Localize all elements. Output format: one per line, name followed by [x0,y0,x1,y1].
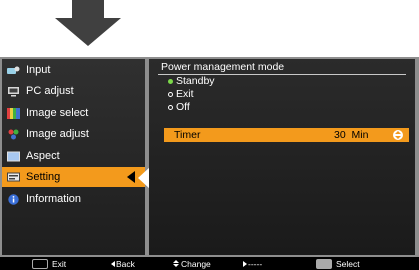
sidebar-item-label: Information [26,193,82,205]
guide-change-label: Change [181,258,211,269]
sidebar-item-pc-adjust[interactable]: PC adjust [2,81,145,101]
sidebar-item-label: PC adjust [26,85,74,97]
down-arrow-icon [55,0,121,46]
option-exit[interactable]: Exit [168,88,194,100]
guide-select-label: Select [336,258,360,269]
information-icon [8,193,19,205]
selected-indicator-icon [127,171,135,183]
panel-title: Power management mode [161,61,285,73]
setting-icon [7,172,20,181]
timer-value: 30 Min [334,129,369,141]
sidebar: Input PC adjust Image select Image adjus… [2,59,145,255]
guide-back: Back [111,257,135,270]
sidebar-item-image-select[interactable]: Image select [2,103,145,123]
option-label: Standby [176,75,215,87]
sidebar-item-setting[interactable]: Setting [2,167,145,187]
timer-label: Timer [174,129,201,141]
option-label: Exit [176,88,194,100]
sidebar-item-image-adjust[interactable]: Image adjust [2,124,145,144]
sidebar-item-label: Input [26,64,51,76]
projector-menu-screen: Input PC adjust Image select Image adjus… [0,0,419,270]
sidebar-item-aspect[interactable]: Aspect [2,146,145,166]
pc-adjust-icon [8,86,19,96]
up-down-arrow-icon [173,260,179,267]
guide-exit: Exit [32,257,66,270]
right-arrow-icon [243,260,247,267]
option-off[interactable]: Off [168,101,190,113]
sidebar-item-label: Image select [26,107,89,119]
up-down-adjust-icon[interactable] [393,130,403,140]
sidebar-item-label: Setting [26,171,61,183]
menu-key-icon [32,258,48,269]
power-management-panel: Power management mode Standby Exit Off T… [149,59,415,255]
input-icon [7,66,20,74]
guide-back-label: Back [116,258,135,269]
ok-key-icon [316,258,332,269]
guide-next: ----- [243,257,262,270]
key-guide-bar: Exit Back Change ----- Select [0,257,419,270]
image-select-icon [7,107,20,119]
sidebar-item-input[interactable]: Input [2,60,145,80]
radio-unselected-icon [168,104,173,110]
timer-row[interactable]: Timer 30 Min [164,128,409,142]
image-adjust-icon [8,129,19,139]
left-arrow-icon [111,260,115,267]
option-label: Off [176,101,190,113]
guide-next-label: ----- [248,258,263,269]
radio-unselected-icon [168,91,173,97]
guide-exit-label: Exit [52,258,67,269]
sidebar-item-label: Aspect [26,150,60,162]
option-standby[interactable]: Standby [168,75,215,87]
sidebar-item-information[interactable]: Information [2,189,145,209]
radio-selected-icon [168,78,173,84]
guide-change: Change [173,257,211,270]
aspect-icon [7,151,20,161]
sidebar-item-label: Image adjust [26,128,89,140]
guide-select: Select [316,257,360,270]
